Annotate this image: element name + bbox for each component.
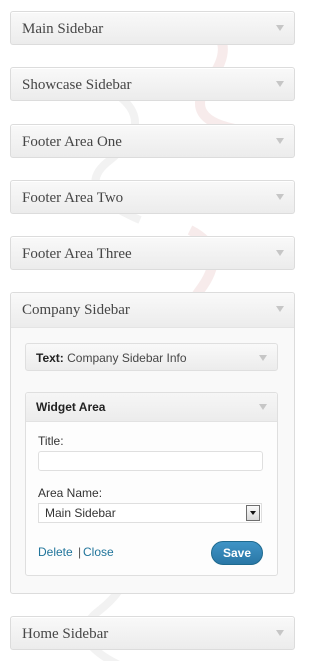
widget-name: Company Sidebar Info <box>67 351 187 365</box>
close-link[interactable]: Close <box>83 545 114 559</box>
sidebar-title: Footer Area One <box>22 134 122 150</box>
sidebar-main[interactable]: Main Sidebar <box>10 11 295 45</box>
sidebar-title: Home Sidebar <box>22 626 109 642</box>
widget-area: Widget Area Title: Area Name: Main Sideb… <box>25 392 278 576</box>
area-name-label: Area Name: <box>38 486 103 500</box>
widget-title: Widget Area <box>36 400 106 414</box>
sidebar-title: Company Sidebar <box>22 302 130 318</box>
sidebar-footer-three[interactable]: Footer Area Three <box>10 236 295 270</box>
collapse-arrow-icon[interactable] <box>276 138 284 144</box>
widget-title: Text: Company Sidebar Info <box>36 344 187 372</box>
sidebar-title: Showcase Sidebar <box>22 77 132 93</box>
area-name-value: Main Sidebar <box>45 506 116 520</box>
collapse-arrow-icon[interactable] <box>276 194 284 200</box>
widget-text[interactable]: Text: Company Sidebar Info <box>25 343 278 371</box>
title-label: Title: <box>38 434 64 448</box>
collapse-arrow-icon[interactable] <box>276 81 284 87</box>
delete-link[interactable]: Delete <box>38 545 73 559</box>
sidebar-company-header[interactable]: Company Sidebar <box>11 293 294 328</box>
area-name-select[interactable]: Main Sidebar <box>38 503 262 523</box>
sidebar-company: Company Sidebar Text: Company Sidebar In… <box>10 292 295 594</box>
expand-arrow-icon[interactable] <box>259 355 267 361</box>
sidebar-footer-two[interactable]: Footer Area Two <box>10 180 295 214</box>
dropdown-arrow-icon[interactable] <box>246 505 260 521</box>
sidebar-title: Footer Area Two <box>22 190 124 206</box>
widget-type-label: Text: <box>36 351 64 365</box>
widget-area-header[interactable]: Widget Area <box>26 393 277 422</box>
link-separator: | <box>78 545 82 559</box>
title-input[interactable] <box>38 451 263 471</box>
collapse-arrow-icon[interactable] <box>259 404 267 410</box>
sidebar-footer-one[interactable]: Footer Area One <box>10 124 295 158</box>
collapse-arrow-icon[interactable] <box>276 250 284 256</box>
collapse-arrow-icon[interactable] <box>276 630 284 636</box>
sidebar-title: Main Sidebar <box>22 21 104 37</box>
collapse-arrow-icon[interactable] <box>276 306 284 312</box>
sidebar-title: Footer Area Three <box>22 246 132 262</box>
save-button[interactable]: Save <box>211 541 263 565</box>
sidebar-showcase[interactable]: Showcase Sidebar <box>10 67 295 101</box>
collapse-arrow-icon[interactable] <box>276 25 284 31</box>
sidebar-home[interactable]: Home Sidebar <box>10 616 295 650</box>
